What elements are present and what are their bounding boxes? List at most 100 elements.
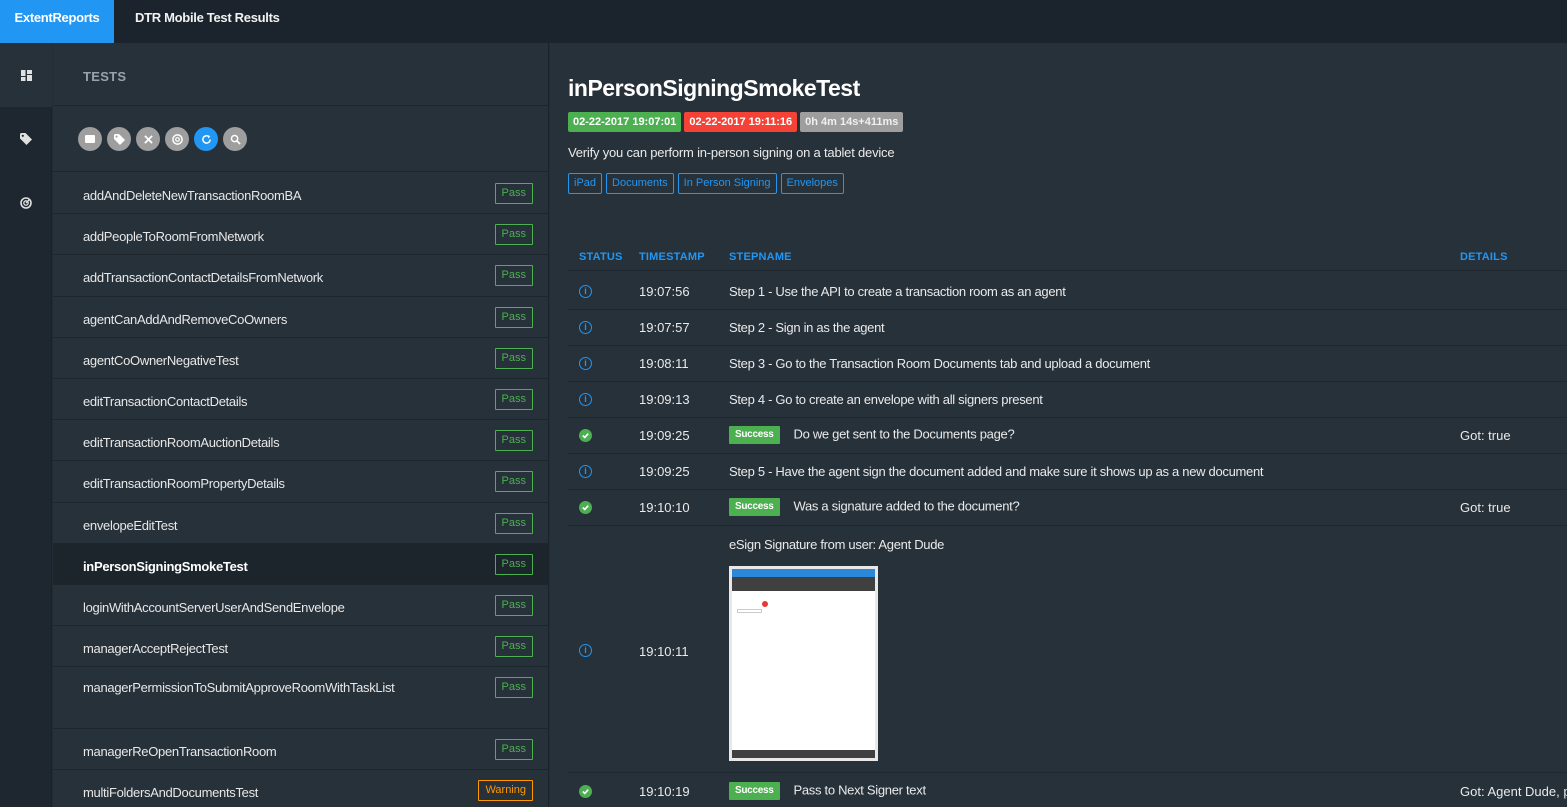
nav-dashboard-view[interactable] bbox=[0, 171, 52, 235]
log-details: Got: true bbox=[1460, 428, 1511, 443]
column-status: STATUS bbox=[579, 251, 623, 263]
log-timestamp: 19:10:11 bbox=[639, 644, 689, 659]
search-icon bbox=[230, 134, 241, 145]
gauge-icon bbox=[20, 197, 32, 209]
gauge-filter-icon bbox=[171, 133, 183, 145]
category-tag[interactable]: In Person Signing bbox=[677, 173, 777, 194]
test-name: multiFoldersAndDocumentsTest bbox=[83, 785, 259, 801]
log-step: Success Pass to Next Signer text bbox=[715, 782, 926, 800]
status-cell bbox=[579, 429, 593, 443]
log-row: i 19:07:56 Step 1 - Use the API to creat… bbox=[568, 274, 1567, 310]
status-badge: Pass bbox=[494, 430, 533, 452]
log-timestamp: 19:10:10 bbox=[639, 500, 690, 515]
dashboard-filter-button[interactable] bbox=[165, 127, 189, 151]
category-tag[interactable]: iPad bbox=[568, 173, 603, 194]
log-step: Success Was a signature added to the docu… bbox=[715, 498, 1020, 516]
status-filter-button[interactable] bbox=[78, 127, 102, 151]
status-badge: Pass bbox=[494, 347, 533, 369]
log-timestamp: 19:09:13 bbox=[639, 392, 690, 407]
info-icon: i bbox=[579, 321, 592, 334]
thumb-header bbox=[732, 569, 875, 577]
test-detail-panel: inPersonSigningSmokeTest 02-22-2017 19:0… bbox=[550, 43, 1567, 807]
test-item[interactable]: managerReOpenTransactionRoom Pass bbox=[53, 729, 548, 771]
success-label: Success bbox=[729, 426, 780, 444]
status-cell bbox=[579, 785, 593, 799]
column-stepname: STEPNAME bbox=[729, 251, 792, 263]
status-badge: Pass bbox=[494, 183, 533, 204]
test-name: editTransactionRoomPropertyDetails bbox=[83, 476, 285, 492]
test-description: Verify you can perform in-person signing… bbox=[568, 145, 895, 160]
clear-filters-button[interactable] bbox=[136, 127, 160, 151]
test-name: agentCanAddAndRemoveCoOwners bbox=[83, 311, 288, 327]
test-name: addTransactionContactDetailsFromNetwork bbox=[83, 270, 323, 286]
log-step: Success Do we get sent to the Documents p… bbox=[715, 426, 1015, 444]
status-cell: i bbox=[579, 644, 593, 658]
tag-filter-button[interactable] bbox=[107, 127, 131, 151]
test-item[interactable]: envelopeEditTest Pass bbox=[53, 503, 548, 544]
time-badges: 02-22-2017 19:07:01 02-22-2017 19:11:16 … bbox=[568, 112, 904, 132]
test-item[interactable]: multiFoldersAndDocumentsTest Warning bbox=[53, 770, 548, 807]
test-item[interactable]: loginWithAccountServerUserAndSendEnvelop… bbox=[53, 585, 548, 627]
duration-badge: 0h 4m 14s+411ms bbox=[800, 112, 904, 132]
status-badge: Pass bbox=[494, 636, 533, 658]
category-tag[interactable]: Documents bbox=[606, 173, 674, 194]
log-step: Step 4 - Go to create an envelope with a… bbox=[729, 392, 1043, 407]
end-time-badge: 02-22-2017 19:11:16 bbox=[684, 112, 798, 132]
log-timestamp: 19:10:19 bbox=[639, 784, 690, 799]
test-item[interactable]: editTransactionContactDetails Pass bbox=[53, 379, 548, 421]
test-item[interactable]: editTransactionRoomAuctionDetails Pass bbox=[53, 420, 548, 462]
test-name: editTransactionRoomAuctionDetails bbox=[83, 435, 280, 451]
test-item[interactable]: managerAcceptRejectTest Pass bbox=[53, 626, 548, 668]
thumb-marker bbox=[762, 601, 768, 607]
search-button[interactable] bbox=[223, 127, 247, 151]
success-label: Success bbox=[729, 782, 780, 800]
test-item[interactable]: agentCanAddAndRemoveCoOwners Pass bbox=[53, 297, 548, 338]
log-step-text: Was a signature added to the document? bbox=[793, 498, 1020, 514]
test-title: inPersonSigningSmokeTest bbox=[568, 75, 860, 101]
log-table-header: STATUS TIMESTAMP STEPNAME DETAILS bbox=[568, 247, 1567, 271]
log-row: i 19:09:25 Step 5 - Have the agent sign … bbox=[568, 454, 1567, 490]
test-name: managerPermissionToSubmitApproveRoomWith… bbox=[83, 680, 395, 696]
screenshot-thumbnail[interactable] bbox=[729, 566, 878, 761]
category-list: iPad Documents In Person Signing Envelop… bbox=[568, 173, 844, 194]
log-details: Got: true bbox=[1460, 500, 1511, 515]
test-item[interactable]: addTransactionContactDetailsFromNetwork … bbox=[53, 255, 548, 297]
category-tag[interactable]: Envelopes bbox=[780, 173, 844, 194]
log-timestamp: 19:07:56 bbox=[639, 284, 690, 299]
test-item[interactable]: addPeopleToRoomFromNetwork Pass bbox=[53, 214, 548, 256]
thumb-footer bbox=[732, 750, 875, 758]
status-badge: Pass bbox=[494, 224, 533, 246]
test-item[interactable]: agentCoOwnerNegativeTest Pass bbox=[53, 338, 548, 379]
log-step: Step 1 - Use the API to create a transac… bbox=[729, 284, 1066, 299]
test-item[interactable]: editTransactionRoomPropertyDetails Pass bbox=[53, 461, 548, 503]
status-filter-icon bbox=[85, 135, 95, 143]
refresh-button[interactable] bbox=[194, 127, 218, 151]
log-timestamp: 19:09:25 bbox=[639, 464, 690, 479]
left-nav bbox=[0, 43, 52, 807]
test-item-selected[interactable]: inPersonSigningSmokeTest Pass bbox=[53, 543, 548, 585]
status-cell: i bbox=[579, 321, 593, 335]
log-row: i 19:08:11 Step 3 - Go to the Transactio… bbox=[568, 346, 1567, 382]
thumb-toolbar bbox=[732, 577, 875, 591]
status-badge: Pass bbox=[494, 553, 533, 575]
status-cell bbox=[579, 501, 593, 515]
nav-test-view[interactable] bbox=[0, 43, 52, 107]
test-name: inPersonSigningSmokeTest bbox=[83, 558, 248, 574]
log-step: eSign Signature from user: Agent Dude bbox=[729, 537, 945, 552]
status-cell: i bbox=[579, 393, 593, 407]
log-step: Step 5 - Have the agent sign the documen… bbox=[729, 464, 1264, 479]
status-badge: Pass bbox=[494, 306, 533, 328]
test-item[interactable]: addAndDeleteNewTransactionRoomBA Pass bbox=[53, 173, 548, 215]
refresh-icon bbox=[201, 134, 211, 144]
column-timestamp: TIMESTAMP bbox=[639, 251, 705, 263]
test-name: addPeopleToRoomFromNetwork bbox=[83, 229, 264, 245]
test-item[interactable]: managerPermissionToSubmitApproveRoomWith… bbox=[53, 667, 548, 730]
brand-link[interactable]: ExtentReports bbox=[0, 0, 114, 43]
tag-icon bbox=[20, 133, 32, 145]
info-icon: i bbox=[579, 357, 592, 370]
tests-toolbar bbox=[53, 106, 548, 172]
thumb-field bbox=[737, 609, 762, 613]
nav-category-view[interactable] bbox=[0, 107, 52, 171]
test-name: managerAcceptRejectTest bbox=[83, 641, 228, 657]
log-row: 19:10:19 Success Pass to Next Signer text… bbox=[568, 774, 1567, 807]
